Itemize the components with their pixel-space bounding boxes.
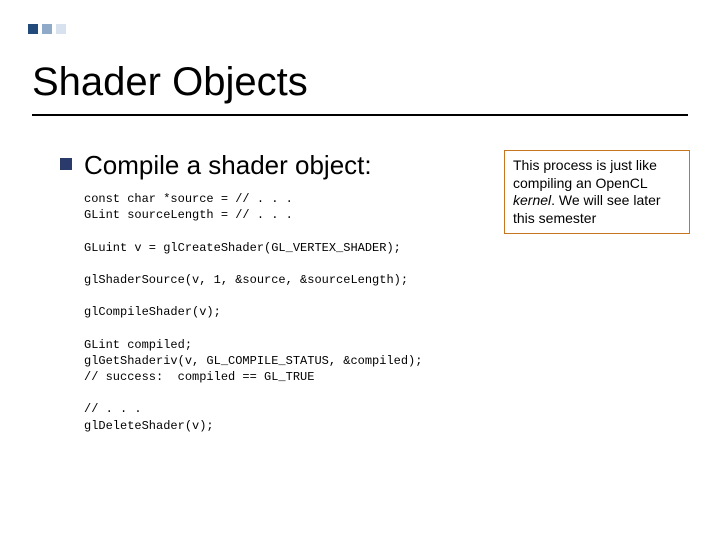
- note-box: This process is just like compiling an O…: [504, 150, 690, 234]
- title-underline: [32, 114, 688, 116]
- slide-title: Shader Objects: [32, 60, 308, 105]
- bullet-text: Compile a shader object:: [84, 150, 372, 181]
- accent-square-dark: [28, 24, 38, 34]
- code-block: const char *source = // . . . GLint sour…: [84, 191, 480, 434]
- content-area: Compile a shader object: const char *sou…: [60, 150, 480, 434]
- accent-square-mid: [42, 24, 52, 34]
- note-prefix: This process is just like compiling an O…: [513, 157, 657, 191]
- accent-square-light: [56, 24, 66, 34]
- note-emphasis: kernel: [513, 192, 551, 208]
- bullet-row: Compile a shader object:: [60, 150, 480, 181]
- bullet-icon: [60, 158, 72, 170]
- accent-squares: [28, 24, 66, 34]
